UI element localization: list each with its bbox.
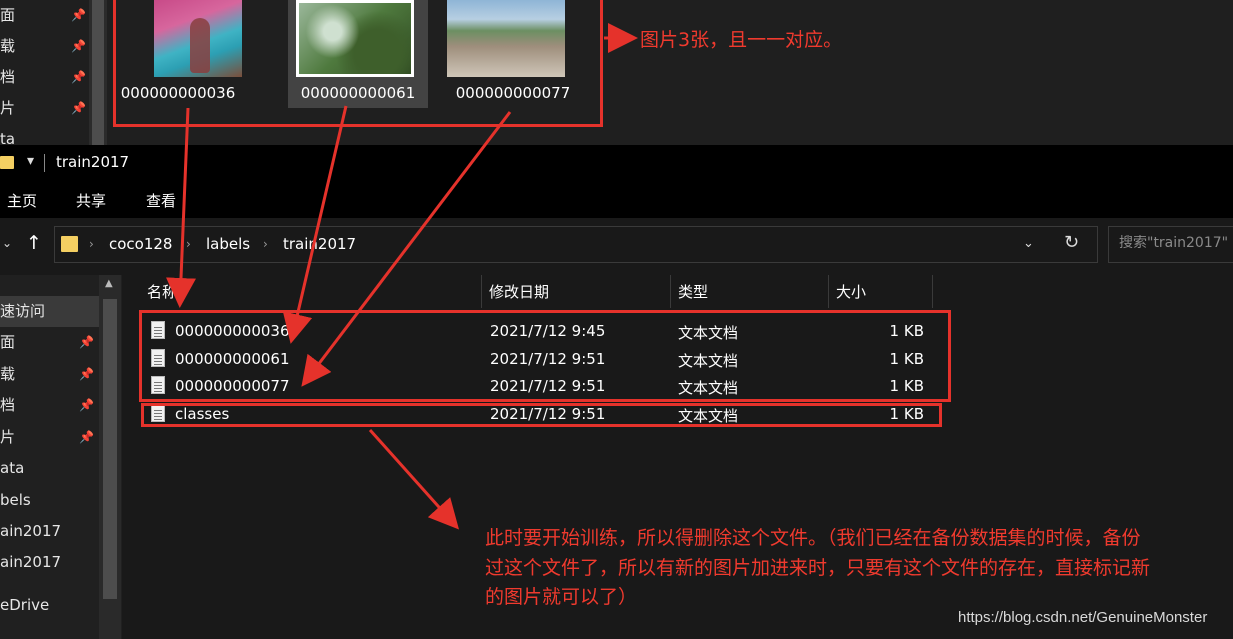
annotation-note-top: 图片3张，且一一对应。 [640,29,843,51]
annotation-note-line3: 的图片就可以了） [485,586,638,608]
arrow-down-icon [282,105,348,344]
arrow-down-icon [368,428,460,530]
arrow-down-icon [166,107,196,308]
watermark: https://blog.csdn.net/GenuineMonster [958,609,1208,626]
annotation-note-line2: 过这个文件了，所以有新的图片加进来时，只要有这个文件的存在，直接标记新 [485,557,1151,579]
annotation-note-line1: 此时要开始训练，所以得删除这个文件。（我们已经在备份数据集的时候，备份 [485,527,1141,549]
